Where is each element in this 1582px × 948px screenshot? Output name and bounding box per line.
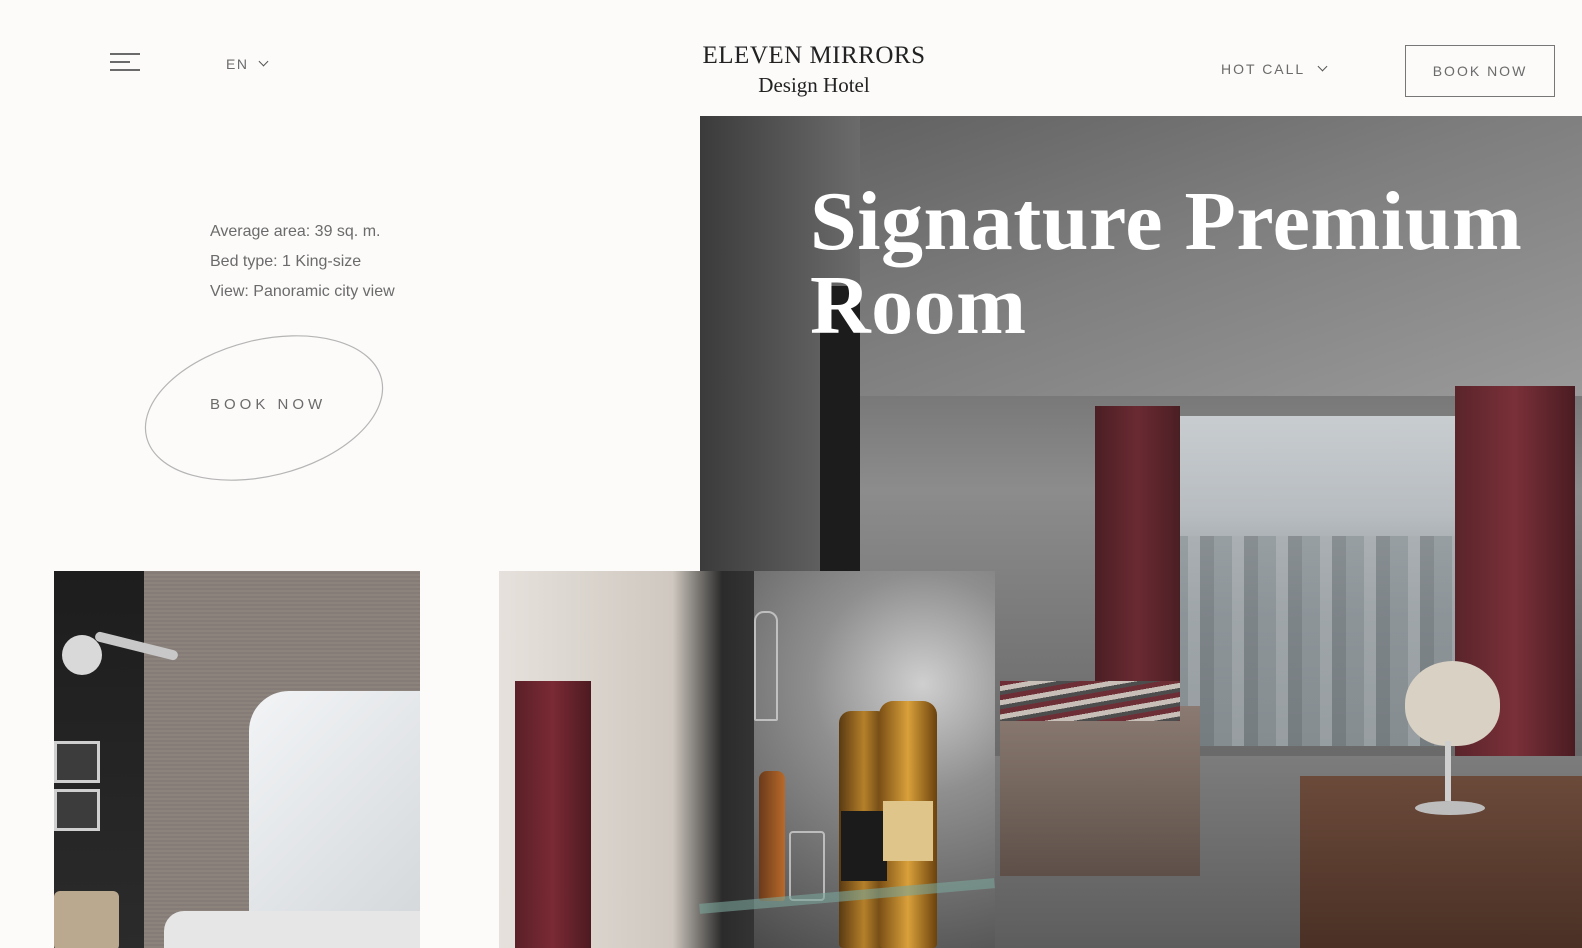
room-details: Average area: 39 sq. m. Bed type: 1 King… xyxy=(210,217,395,307)
room-title-line2: Room xyxy=(810,259,1027,352)
room-detail-bed: Bed type: 1 King-size xyxy=(210,253,362,270)
book-now-oval-label: BOOK NOW xyxy=(210,396,327,413)
menu-hamburger-icon[interactable] xyxy=(110,52,142,72)
room-title: Signature Premium Room xyxy=(810,180,1522,348)
bed-detail-photo xyxy=(54,571,420,948)
room-detail-view: View: Panoramic city view xyxy=(210,283,395,300)
logo-subtitle: Design Hotel xyxy=(758,73,870,97)
logo-name: ELEVEN MIRRORS xyxy=(702,42,926,69)
book-now-header-button[interactable]: BOOK NOW xyxy=(1405,45,1555,97)
book-now-oval-button[interactable]: BOOK NOW xyxy=(140,332,395,492)
hot-call-label: HOT CALL xyxy=(1221,61,1306,77)
hot-call-dropdown[interactable]: HOT CALL xyxy=(1221,61,1328,77)
chevron-down-icon xyxy=(1317,61,1328,72)
room-detail-area: Average area: 39 sq. m. xyxy=(210,223,381,240)
minibar-photo xyxy=(499,571,995,948)
language-selector[interactable]: EN xyxy=(226,56,269,72)
hotel-logo[interactable]: ELEVEN MIRRORS Design Hotel xyxy=(700,42,928,99)
room-title-line1: Signature Premium xyxy=(810,175,1523,268)
chevron-down-icon xyxy=(259,56,269,67)
language-label: EN xyxy=(226,56,249,72)
